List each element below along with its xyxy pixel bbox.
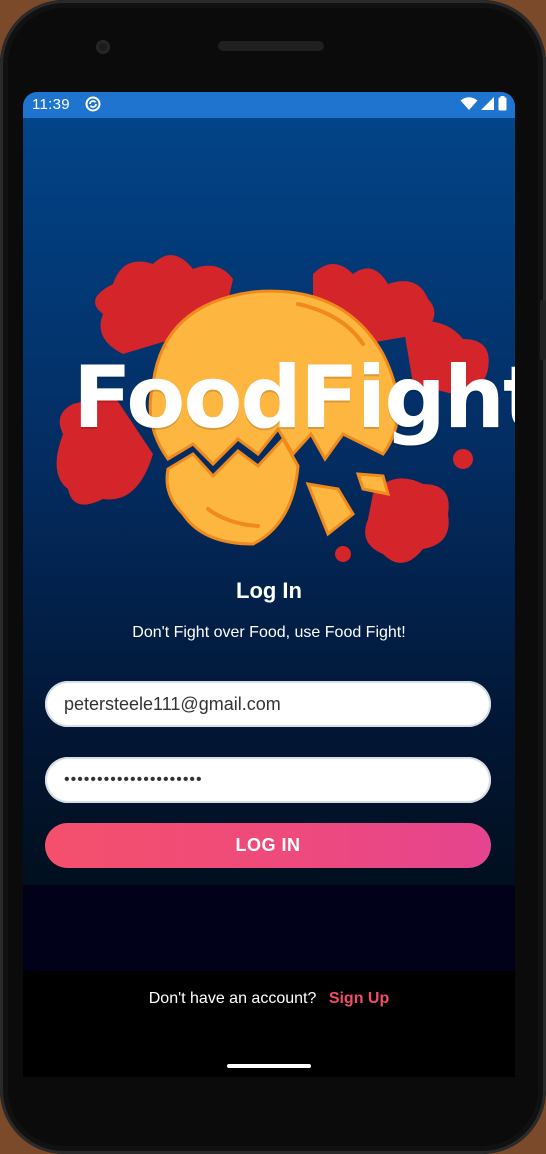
screen: 11:39 FoodFight Log In Don't Fight over … — [23, 92, 515, 1077]
foodfight-logo: FoodFight — [43, 244, 515, 584]
sync-icon — [85, 96, 101, 112]
home-indicator[interactable] — [227, 1064, 311, 1068]
password-field[interactable]: ••••••••••••••••••••• — [45, 757, 491, 803]
login-background: FoodFight Log In Don't Fight over Food, … — [23, 118, 515, 885]
status-icons — [460, 96, 507, 111]
login-button-label: LOG IN — [235, 835, 301, 855]
earpiece-speaker — [218, 41, 324, 51]
phone-frame: 11:39 FoodFight Log In Don't Fight over … — [0, 0, 546, 1154]
tagline: Don't Fight over Food, use Food Fight! — [132, 624, 406, 641]
status-bar: 11:39 — [23, 92, 515, 118]
lower-panel — [23, 885, 515, 971]
signup-link[interactable]: Sign Up — [329, 990, 389, 1007]
email-value: petersteele111@gmail.com — [64, 693, 281, 714]
signup-prompt: Don't have an account? — [148, 990, 317, 1007]
signal-icon — [481, 96, 494, 110]
login-button[interactable]: LOG IN — [45, 823, 491, 868]
wifi-icon — [460, 96, 478, 110]
status-time: 11:39 — [32, 96, 70, 113]
password-value: ••••••••••••••••••••• — [64, 771, 203, 788]
email-field[interactable]: petersteele111@gmail.com — [45, 681, 491, 727]
battery-icon — [498, 96, 507, 111]
page-title: Log In — [236, 578, 302, 603]
logo-wordmark: FoodFight — [73, 348, 515, 448]
power-button — [540, 300, 546, 360]
signup-row: Don't have an account? Sign Up — [23, 990, 515, 1008]
front-camera — [96, 40, 110, 54]
